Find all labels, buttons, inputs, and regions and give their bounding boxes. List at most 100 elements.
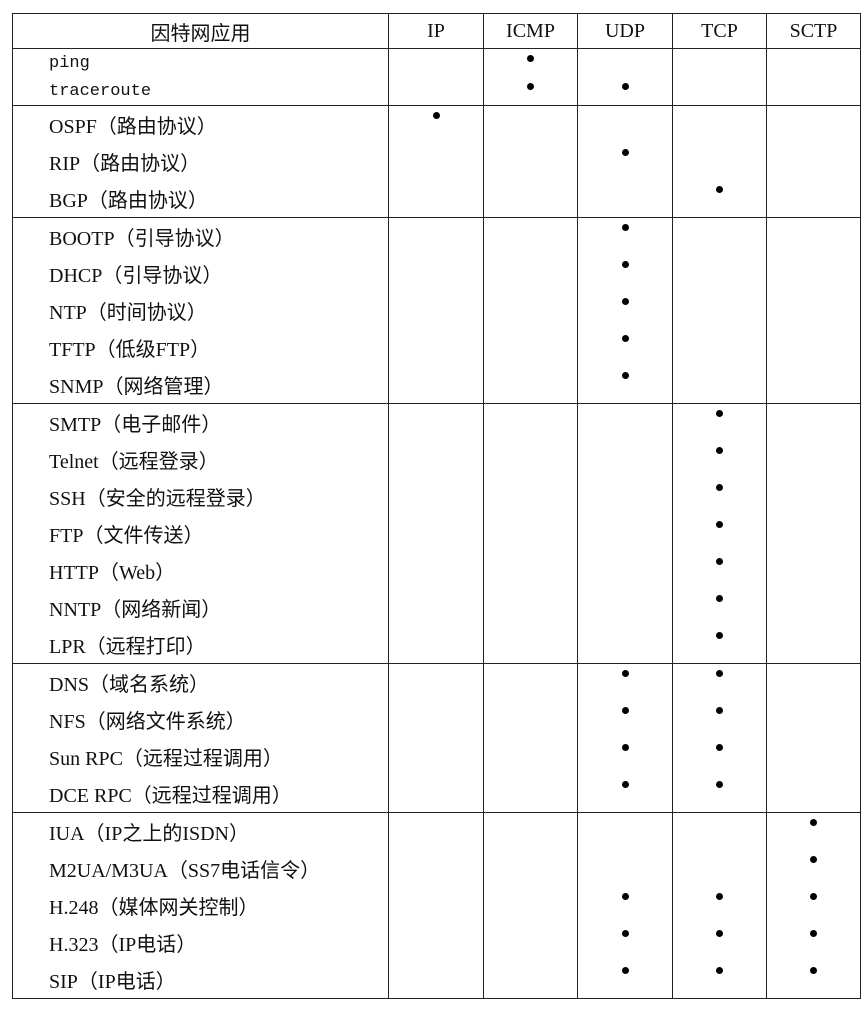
cell-ip	[388, 48, 484, 77]
cell-icmp	[483, 48, 578, 77]
cell-sctp	[766, 515, 861, 552]
cell-tcp	[672, 589, 767, 626]
cell-tcp	[672, 812, 767, 850]
cell-udp	[577, 887, 673, 924]
application-name: SIP（IP电话）	[12, 961, 389, 999]
application-name: traceroute	[12, 77, 389, 106]
cell-icmp	[483, 366, 578, 404]
bullet-dot-icon	[810, 930, 817, 937]
bullet-dot-icon	[621, 781, 629, 788]
table-row: DCE RPC（远程过程调用）	[12, 775, 861, 813]
bullet-dot-icon	[810, 893, 817, 900]
cell-icmp	[483, 292, 578, 329]
cell-sctp	[766, 850, 861, 887]
cell-icmp	[483, 515, 578, 552]
application-name: ping	[12, 48, 389, 77]
table-row: BGP（路由协议）	[12, 180, 861, 218]
bullet-dot-icon	[716, 186, 723, 193]
cell-icmp	[483, 812, 578, 850]
cell-sctp	[766, 403, 861, 441]
cell-udp	[577, 77, 673, 106]
cell-ip	[388, 887, 484, 924]
bullet-dot-icon	[716, 744, 723, 751]
application-name: H.248（媒体网关控制）	[12, 887, 389, 924]
application-name: NNTP（网络新闻）	[12, 589, 389, 626]
cell-ip	[388, 924, 484, 961]
cell-tcp	[672, 217, 767, 255]
application-name: HTTP（Web）	[12, 552, 389, 589]
cell-icmp	[483, 701, 578, 738]
cell-tcp	[672, 292, 767, 329]
cell-sctp	[766, 143, 861, 180]
cell-udp	[577, 180, 673, 218]
cell-tcp	[672, 105, 767, 143]
application-name: IUA（IP之上的ISDN）	[12, 812, 389, 850]
cell-tcp	[672, 329, 767, 366]
application-name: NTP（时间协议）	[12, 292, 389, 329]
table-row: SSH（安全的远程登录）	[12, 478, 861, 515]
table-row: SIP（IP电话）	[12, 961, 861, 999]
bullet-dot-icon	[716, 930, 723, 937]
table-row: NTP（时间协议）	[12, 292, 861, 329]
cell-sctp	[766, 961, 861, 999]
cell-tcp	[672, 478, 767, 515]
cell-udp	[577, 143, 673, 180]
table-row: NNTP（网络新闻）	[12, 589, 861, 626]
bullet-dot-icon	[621, 707, 629, 714]
application-name: NFS（网络文件系统）	[12, 701, 389, 738]
header-sctp: SCTP	[766, 13, 861, 49]
bullet-dot-icon	[621, 670, 629, 677]
cell-udp	[577, 366, 673, 404]
application-name: H.323（IP电话）	[12, 924, 389, 961]
cell-ip	[388, 77, 484, 106]
cell-ip	[388, 329, 484, 366]
cell-udp	[577, 329, 673, 366]
table-row: ping	[12, 48, 861, 77]
table-row: BOOTP（引导协议）	[12, 217, 861, 255]
bullet-dot-icon	[527, 83, 534, 90]
cell-icmp	[483, 217, 578, 255]
cell-icmp	[483, 663, 578, 701]
bullet-dot-icon	[716, 484, 723, 491]
application-name: BGP（路由协议）	[12, 180, 389, 218]
table-row: IUA（IP之上的ISDN）	[12, 812, 861, 850]
cell-sctp	[766, 589, 861, 626]
cell-sctp	[766, 77, 861, 106]
cell-udp	[577, 255, 673, 292]
cell-ip	[388, 589, 484, 626]
application-name: SMTP（电子邮件）	[12, 403, 389, 441]
cell-icmp	[483, 478, 578, 515]
application-name: TFTP（低级FTP）	[12, 329, 389, 366]
cell-udp	[577, 217, 673, 255]
cell-udp	[577, 812, 673, 850]
cell-icmp	[483, 850, 578, 887]
cell-icmp	[483, 403, 578, 441]
cell-icmp	[483, 77, 578, 106]
cell-sctp	[766, 663, 861, 701]
cell-tcp	[672, 961, 767, 999]
table-row: Sun RPC（远程过程调用）	[12, 738, 861, 775]
cell-udp	[577, 589, 673, 626]
cell-sctp	[766, 366, 861, 404]
application-name: FTP（文件传送）	[12, 515, 389, 552]
cell-tcp	[672, 552, 767, 589]
cell-icmp	[483, 738, 578, 775]
cell-ip	[388, 515, 484, 552]
cell-ip	[388, 217, 484, 255]
cell-ip	[388, 143, 484, 180]
cell-tcp	[672, 738, 767, 775]
bullet-dot-icon	[716, 967, 723, 974]
cell-sctp	[766, 105, 861, 143]
bullet-dot-icon	[810, 819, 817, 826]
cell-udp	[577, 292, 673, 329]
table-row: SMTP（电子邮件）	[12, 403, 861, 441]
bullet-dot-icon	[716, 521, 723, 528]
cell-sctp	[766, 775, 861, 813]
table-row: H.248（媒体网关控制）	[12, 887, 861, 924]
cell-icmp	[483, 552, 578, 589]
bullet-dot-icon	[621, 298, 629, 305]
cell-udp	[577, 478, 673, 515]
cell-ip	[388, 403, 484, 441]
bullet-dot-icon	[432, 112, 440, 119]
application-name: DNS（域名系统）	[12, 663, 389, 701]
